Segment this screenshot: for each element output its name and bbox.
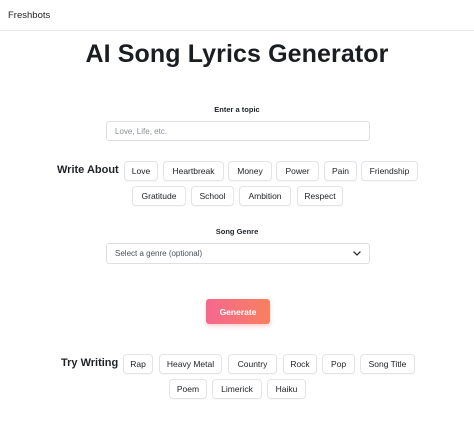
chip-rock[interactable]: Rock: [283, 354, 317, 374]
topic-label: Enter a topic: [214, 105, 260, 114]
chip-poem[interactable]: Poem: [169, 379, 207, 399]
try-writing-heading: Try Writing: [61, 357, 119, 369]
chip-gratitude[interactable]: Gratitude: [132, 186, 186, 206]
page-title: AI Song Lyrics Generator: [85, 40, 389, 68]
chip-rap[interactable]: Rap: [123, 354, 153, 374]
brand-name[interactable]: Freshbots: [8, 10, 50, 21]
genre-select-value: Select a genre (optional): [115, 249, 203, 258]
chevron-down-icon: [353, 251, 361, 256]
genre-label: Song Genre: [215, 227, 259, 236]
chip-heartbreak[interactable]: Heartbreak: [163, 161, 224, 181]
write-about-heading: Write About: [57, 164, 119, 176]
top-bar: Freshbots: [0, 0, 474, 31]
chip-power[interactable]: Power: [276, 161, 319, 181]
chip-love[interactable]: Love: [124, 161, 158, 181]
genre-select[interactable]: Select a genre (optional): [106, 243, 370, 264]
chip-country[interactable]: Country: [228, 354, 277, 374]
chip-school[interactable]: School: [191, 186, 234, 206]
chip-respect[interactable]: Respect: [297, 186, 343, 206]
generate-button[interactable]: Generate: [206, 299, 270, 324]
chip-limerick[interactable]: Limerick: [212, 379, 262, 399]
chip-pop[interactable]: Pop: [322, 354, 355, 374]
chip-pain[interactable]: Pain: [324, 161, 357, 181]
topic-input[interactable]: [106, 121, 370, 141]
chip-money[interactable]: Money: [228, 161, 272, 181]
chip-heavy-metal[interactable]: Heavy Metal: [159, 354, 222, 374]
chip-song-title[interactable]: Song Title: [360, 354, 415, 374]
chip-haiku[interactable]: Haiku: [267, 379, 306, 399]
chip-friendship[interactable]: Friendship: [361, 161, 418, 181]
chip-ambition[interactable]: Ambition: [239, 186, 291, 206]
